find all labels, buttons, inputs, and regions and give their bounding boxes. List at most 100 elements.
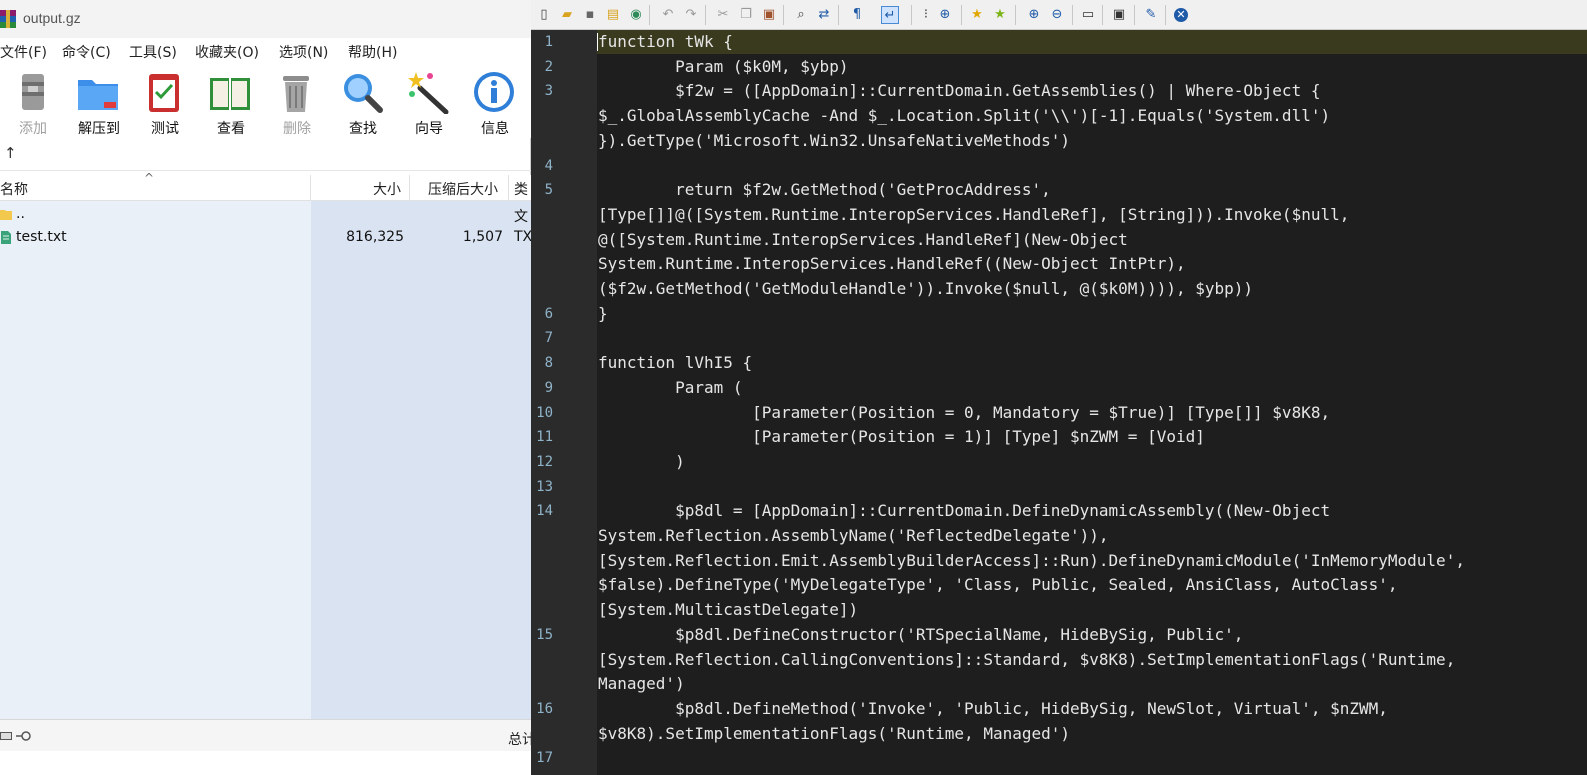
extract-folder-icon: [78, 80, 118, 110]
show-whitespace-icon[interactable]: ↵: [881, 6, 899, 24]
line-number: 15: [536, 626, 553, 643]
info-button[interactable]: 信息: [462, 68, 522, 137]
toolbar-separator: [1015, 5, 1016, 25]
delete-button[interactable]: 删除: [264, 68, 324, 137]
menu-file[interactable]: 文件(F): [0, 42, 47, 62]
info-label: 信息: [481, 121, 509, 137]
archive-window: output.gz 文件(F) 命令(C) 工具(S) 收藏夹(O) 选项(N)…: [0, 0, 536, 775]
replace-icon[interactable]: ⇄: [815, 6, 833, 24]
file-type: 文: [514, 209, 528, 225]
find-button[interactable]: 查找: [330, 68, 390, 137]
save-all-icon[interactable]: ▤: [604, 6, 622, 24]
find-icon[interactable]: ⌕: [792, 6, 810, 24]
line-number: [531, 203, 553, 227]
line-number: 7: [544, 330, 553, 347]
test-button[interactable]: 测试: [132, 68, 192, 137]
add-button[interactable]: 添加: [0, 68, 60, 137]
redo-icon[interactable]: ↷: [682, 6, 700, 24]
view-button[interactable]: 查看: [198, 68, 258, 137]
line-number: [531, 252, 553, 276]
code-line: $v8K8).SetImplementationFlags('Runtime, …: [598, 723, 1071, 743]
column-divider[interactable]: [310, 175, 311, 201]
pin-icon[interactable]: ✎: [1142, 6, 1160, 24]
code-line: Param ($k0M, $ybp): [598, 56, 849, 76]
archive-statusbar: 总计: [0, 719, 536, 751]
code-line: ): [598, 451, 685, 471]
file-type: TX: [514, 229, 531, 245]
extract-to-button[interactable]: 解压到: [66, 68, 126, 137]
undo-icon[interactable]: ↶: [659, 6, 677, 24]
column-divider[interactable]: [508, 175, 509, 201]
up-folder-icon[interactable]: ↑: [4, 144, 17, 162]
line-number: [531, 598, 553, 622]
wizard-button[interactable]: 向导: [396, 68, 456, 137]
sort-ascending-icon: ^: [144, 171, 155, 185]
word-wrap-icon[interactable]: ¶: [848, 6, 866, 24]
menu-help[interactable]: 帮助(H): [348, 42, 397, 62]
code-line: [Parameter(Position = 1)] [Type] $nZWM =…: [598, 427, 1205, 447]
open-file-icon[interactable]: ▰: [558, 6, 576, 24]
toolbar-separator: [1134, 5, 1135, 25]
line-number: [531, 277, 553, 301]
list-item-file[interactable]: test.txt 816,325 1,507 TX: [0, 226, 531, 250]
line-number: 17: [536, 750, 553, 767]
line-number: 4: [544, 157, 553, 174]
line-number: 12: [536, 453, 553, 470]
save-icon[interactable]: ▪: [581, 6, 599, 24]
test-clipboard-icon: [149, 74, 179, 112]
code-line: @([System.Runtime.InteropServices.Handle…: [598, 229, 1128, 249]
archive-pathbar: ↑: [0, 138, 531, 171]
line-number: 1: [544, 34, 553, 50]
paste-icon[interactable]: ▣: [760, 6, 778, 24]
list-item-parent[interactable]: .. 文: [0, 203, 531, 227]
file-name: ..: [16, 206, 25, 222]
code-line: Param (: [598, 377, 743, 397]
test-label: 测试: [151, 121, 179, 137]
copy-icon[interactable]: ❐: [737, 6, 755, 24]
column-divider[interactable]: [409, 175, 410, 201]
column-packed-size[interactable]: 压缩后大小: [428, 179, 498, 199]
menu-favorites[interactable]: 收藏夹(O): [195, 42, 259, 62]
zoom-out-icon[interactable]: ⊖: [1048, 6, 1066, 24]
bookmark-icon[interactable]: ⁝: [917, 6, 935, 24]
menu-commands[interactable]: 命令(C): [62, 42, 111, 62]
column-type[interactable]: 类: [514, 179, 528, 199]
cut-icon[interactable]: ✂: [714, 6, 732, 24]
line-number: 11: [536, 429, 553, 446]
panel-icon[interactable]: ▣: [1110, 6, 1128, 24]
code-line: System.Reflection.AssemblyName('Reflecte…: [598, 526, 1109, 545]
bookmark-next-icon[interactable]: ★: [968, 6, 986, 24]
archive-toolbar: 添加 解压到 测试 查看 删除 查找 向导 信息: [0, 62, 531, 138]
column-size[interactable]: 大小: [373, 179, 401, 199]
view-book-icon: [210, 78, 250, 110]
toolbar-separator: [911, 5, 912, 25]
new-file-icon[interactable]: ▯: [535, 6, 553, 24]
current-line-highlight: [597, 30, 1587, 54]
line-number: 3: [544, 83, 553, 100]
menu-tools[interactable]: 工具(S): [129, 42, 177, 62]
line-number: [531, 722, 553, 746]
file-list-header: ^ 名称 大小 压缩后大小 类: [0, 171, 531, 201]
line-number: 14: [536, 503, 553, 520]
bookmark-icon[interactable]: ★: [991, 6, 1009, 24]
line-number: [531, 228, 553, 252]
close-icon[interactable]: ✕: [1174, 8, 1188, 22]
window-icon[interactable]: ▭: [1079, 6, 1097, 24]
reload-icon[interactable]: ◉: [627, 6, 645, 24]
drive-key-icon: [0, 731, 31, 741]
extract-to-label: 解压到: [78, 121, 120, 137]
menu-options[interactable]: 选项(N): [279, 42, 328, 62]
code-line: $false).DefineType('MyDelegateType', 'Cl…: [598, 575, 1398, 595]
file-size: 816,325: [346, 229, 404, 245]
archive-titlebar: output.gz: [0, 0, 531, 38]
find-label: 查找: [349, 121, 377, 137]
line-number: 2: [544, 58, 553, 75]
zoom-in-icon[interactable]: ⊕: [1025, 6, 1043, 24]
line-number: 5: [544, 182, 553, 199]
toolbar-separator: [783, 5, 784, 25]
text-file-icon: [1, 231, 11, 244]
zoom-find-icon[interactable]: ⊕: [936, 6, 954, 24]
code-line: return $f2w.GetMethod('GetProcAddress',: [598, 180, 1051, 200]
code-area[interactable]: function tWk { Param ($k0M, $ybp) $f2w =…: [597, 30, 1587, 775]
column-name[interactable]: 名称: [0, 179, 28, 199]
